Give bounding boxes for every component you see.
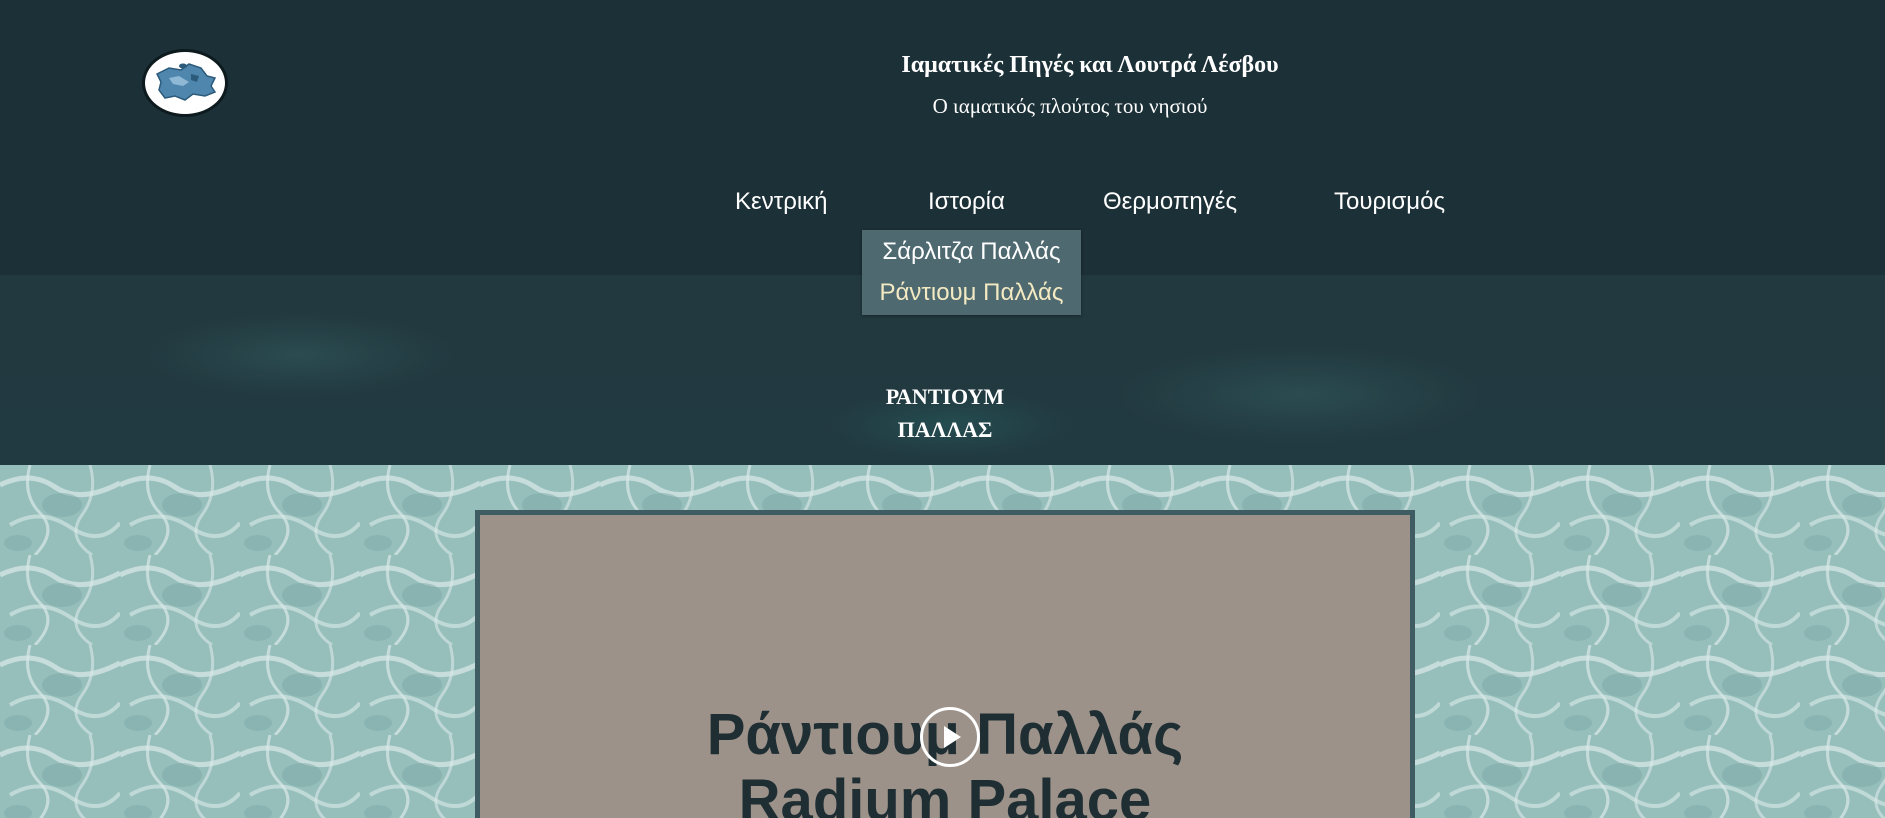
site-subtitle: Ο ιαματικός πλούτος του νησιού bbox=[932, 94, 1208, 118]
video-title-english: Radium Palace bbox=[738, 768, 1152, 818]
page-title: ΡΑΝΤΙΟΥΜ ΠΑΛΛΑΣ bbox=[845, 380, 1045, 446]
page-title-line1: ΡΑΝΤΙΟΥΜ bbox=[885, 384, 1005, 409]
site-logo[interactable] bbox=[142, 49, 228, 117]
lesvos-island-logo-icon bbox=[155, 63, 217, 101]
history-dropdown-menu: Σάρλιτζα Παλλάς Ράντιουμ Παλλάς bbox=[862, 230, 1081, 315]
nav-item-hot-springs[interactable]: Θερμοπηγές bbox=[1103, 188, 1237, 216]
nav-item-tourism[interactable]: Τουρισμός bbox=[1334, 188, 1445, 216]
nav-item-home[interactable]: Κεντρική bbox=[735, 188, 828, 216]
dropdown-item-sarlitza-palace[interactable]: Σάρλιτζα Παλλάς bbox=[862, 238, 1081, 266]
site-title: Ιαματικές Πηγές και Λουτρά Λέσβου bbox=[901, 52, 1279, 78]
page-title-line2: ΠΑΛΛΑΣ bbox=[897, 417, 993, 442]
nav-item-history[interactable]: Ιστορία bbox=[928, 188, 1005, 216]
dropdown-item-radium-palace[interactable]: Ράντιουμ Παλλάς bbox=[862, 279, 1081, 307]
play-icon bbox=[944, 726, 961, 748]
video-player[interactable]: Ράντιουμ Παλλάς Radium Palace bbox=[475, 510, 1415, 818]
play-button[interactable] bbox=[920, 707, 980, 767]
